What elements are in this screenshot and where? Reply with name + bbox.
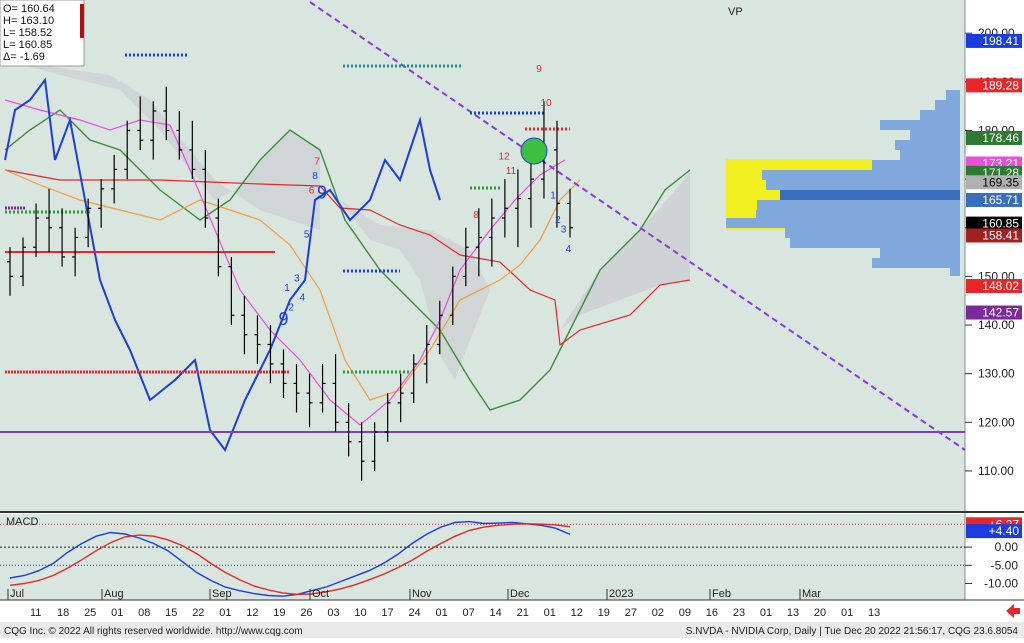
sequential-count: 12	[498, 152, 510, 163]
month-label: Dec	[510, 588, 530, 600]
day-label: 08	[138, 607, 150, 619]
day-label: 01	[219, 607, 231, 619]
price-tag-label: 165.71	[982, 193, 1019, 207]
month-label: Jul	[10, 588, 24, 600]
month-label: Nov	[412, 588, 432, 600]
price-tick-label: 120.00	[978, 415, 1015, 429]
day-label: 10	[354, 607, 366, 619]
price-pane[interactable]	[0, 0, 965, 512]
day-label: 01	[760, 607, 772, 619]
macd-tick-label: -10.00	[984, 576, 1018, 590]
macd-label: MACD	[6, 516, 38, 528]
vp-label: VP	[728, 6, 743, 18]
sequential-count: 2	[288, 302, 294, 313]
sequential-count: 8	[473, 210, 479, 221]
ohlc-readout: O= 160.64 H= 163.10 L= 158.52 L= 160.85 …	[0, 0, 85, 67]
day-label: 26	[300, 607, 312, 619]
price-tag-label: 198.41	[982, 34, 1019, 48]
price-tick-label: 140.00	[978, 318, 1015, 332]
ohlc-high: H= 163.10	[3, 15, 54, 27]
sequential-count: 4	[300, 293, 306, 304]
day-label: 22	[192, 607, 204, 619]
day-label: 12	[571, 607, 583, 619]
sequential-count: 11	[506, 166, 517, 177]
day-label: 01	[111, 607, 123, 619]
sequential-count: 1	[284, 283, 290, 294]
month-label: Feb	[712, 588, 731, 600]
sequential-count: 5	[304, 229, 310, 240]
day-label: 12	[246, 607, 258, 619]
month-label: Oct	[312, 588, 329, 600]
sequential-count: 4	[566, 244, 572, 255]
sequential-count: 9	[278, 309, 288, 329]
copyright-text: CQG Inc. © 2022 All rights reserved worl…	[4, 626, 303, 637]
month-label: Mar	[802, 588, 821, 600]
signal-circle[interactable]	[520, 137, 548, 165]
macd-tag-label: +4.40	[989, 524, 1020, 538]
day-label: 21	[517, 607, 529, 619]
ohlc-last: L= 160.85	[3, 39, 52, 51]
macd-tick-label: 0.00	[995, 540, 1019, 554]
macd-tick-label: -5.00	[991, 558, 1019, 572]
sequential-count: 3	[294, 273, 300, 284]
price-tag-label: 189.28	[982, 78, 1019, 92]
month-label: 2023	[609, 588, 633, 600]
price-tag-label: 142.57	[982, 306, 1019, 320]
sequential-count: 8	[312, 171, 318, 182]
day-label: 16	[706, 607, 718, 619]
price-tick-label: 130.00	[978, 367, 1015, 381]
chart-canvas[interactable]: VP 9109987654321111281234 110.00120.0013…	[0, 0, 1024, 638]
price-tick-label: 110.00	[978, 464, 1014, 478]
day-label: 20	[814, 607, 826, 619]
ohlc-open: O= 160.64	[3, 3, 55, 15]
sequential-count: 9	[536, 64, 542, 75]
instrument-caption: S.NVDA - NVIDIA Corp, Daily | Tue Dec 20…	[686, 626, 1019, 637]
day-label: 01	[544, 607, 556, 619]
day-label: 13	[787, 607, 799, 619]
day-label: 25	[84, 607, 96, 619]
sequential-count: 6	[309, 186, 315, 197]
day-label: 24	[408, 607, 420, 619]
day-label: 09	[679, 607, 691, 619]
day-label: 15	[165, 607, 177, 619]
day-label: 27	[625, 607, 637, 619]
price-tag-label: 158.41	[982, 228, 1019, 242]
day-label: 07	[463, 607, 475, 619]
nvda-chart-window: VP 9 10 9 9 8 7 6 5 4 3 2 1 11 12 8 1 2 3 4 110.00 120.00 13…	[0, 0, 1024, 638]
sequential-count: 3	[561, 225, 567, 236]
day-label: 13	[868, 607, 880, 619]
day-label: 18	[57, 607, 69, 619]
price-tag-label: 148.02	[982, 279, 1019, 293]
ohlc-change: Δ= -1.69	[3, 51, 45, 63]
day-label: 14	[490, 607, 502, 619]
ohlc-low: L= 158.52	[3, 27, 52, 39]
sequential-count: 9	[317, 183, 327, 203]
day-label: 17	[381, 607, 393, 619]
day-label: 19	[598, 607, 610, 619]
day-label: 23	[733, 607, 745, 619]
month-label: Sep	[212, 588, 232, 600]
day-label: 19	[273, 607, 285, 619]
day-label: 02	[652, 607, 664, 619]
price-tag-label: 178.46	[982, 131, 1019, 145]
sequential-count: 7	[314, 157, 320, 168]
sequential-count: 1	[550, 191, 556, 202]
day-label: 11	[30, 607, 41, 619]
day-label: 03	[327, 607, 339, 619]
sequential-count: 10	[540, 98, 552, 109]
day-label: 01	[435, 607, 447, 619]
month-label: Aug	[104, 588, 124, 600]
day-label: 01	[841, 607, 853, 619]
price-tag-label: 169.35	[982, 175, 1019, 189]
